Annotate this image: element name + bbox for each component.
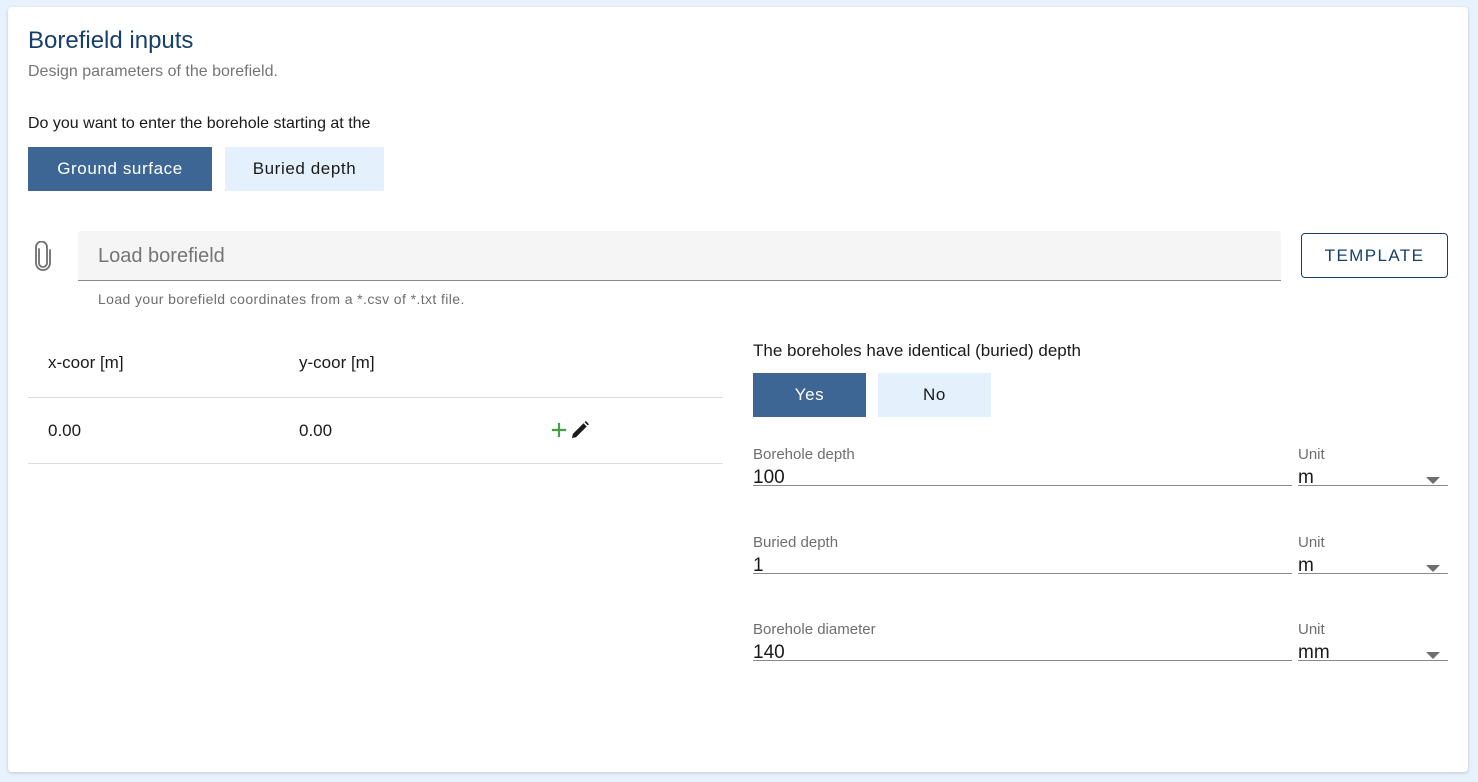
borehole-depth-value: 100 [753,467,785,488]
card-subtitle: Design parameters of the borefield. [28,63,278,80]
card-title: Borefield inputs [28,27,194,54]
load-borefield-placeholder: Load borefield [98,245,225,267]
borehole-diameter-field[interactable]: Borehole diameter 140 [753,621,1292,663]
identical-depth-label: The boreholes have identical (buried) de… [753,341,1081,360]
borehole-diameter-label: Borehole diameter [753,621,876,638]
column-header-x: x-coor [m] [48,353,124,372]
unit-label: Unit [1298,621,1325,638]
unit-value: m [1298,555,1314,576]
buried-depth-button[interactable]: Buried depth [225,147,384,191]
dropdown-arrow-icon [1426,565,1440,572]
unit-value: mm [1298,642,1330,663]
paperclip-icon[interactable] [32,241,54,271]
buried-depth-unit-select[interactable]: Unit m [1298,534,1448,576]
template-button[interactable]: TEMPLATE [1301,233,1448,278]
yes-button[interactable]: Yes [753,373,866,417]
cell-y: 0.00 [299,421,333,440]
coordinates-table: x-coor [m] y-coor [m] 0.00 0.00 [28,330,723,464]
dropdown-arrow-icon [1426,477,1440,484]
borehole-depth-field[interactable]: Borehole depth 100 [753,446,1292,488]
borehole-depth-label: Borehole depth [753,446,855,463]
dropdown-arrow-icon [1426,652,1440,659]
cell-x: 0.00 [48,421,82,440]
load-borefield-hint: Load your borefield coordinates from a *… [98,291,465,307]
load-borefield-input[interactable]: Load borefield [78,231,1281,281]
borefield-inputs-card: Borefield inputs Design parameters of th… [8,7,1468,772]
ground-surface-button[interactable]: Ground surface [28,147,212,191]
borehole-diameter-unit-select[interactable]: Unit mm [1298,621,1448,663]
borehole-diameter-value: 140 [753,642,785,663]
borehole-depth-unit-select[interactable]: Unit m [1298,446,1448,488]
unit-label: Unit [1298,446,1325,463]
unit-value: m [1298,467,1314,488]
start-question-label: Do you want to enter the borehole starti… [28,115,371,132]
row-actions [550,420,590,440]
column-header-y: y-coor [m] [299,353,375,372]
unit-label: Unit [1298,534,1325,551]
buried-depth-field[interactable]: Buried depth 1 [753,534,1292,576]
no-button[interactable]: No [878,373,991,417]
table-row: 0.00 0.00 [28,398,723,464]
pencil-icon[interactable] [570,420,590,440]
buried-depth-label: Buried depth [753,534,839,551]
plus-icon[interactable] [550,421,568,439]
table-header: x-coor [m] y-coor [m] [28,330,723,398]
buried-depth-value: 1 [753,555,764,576]
